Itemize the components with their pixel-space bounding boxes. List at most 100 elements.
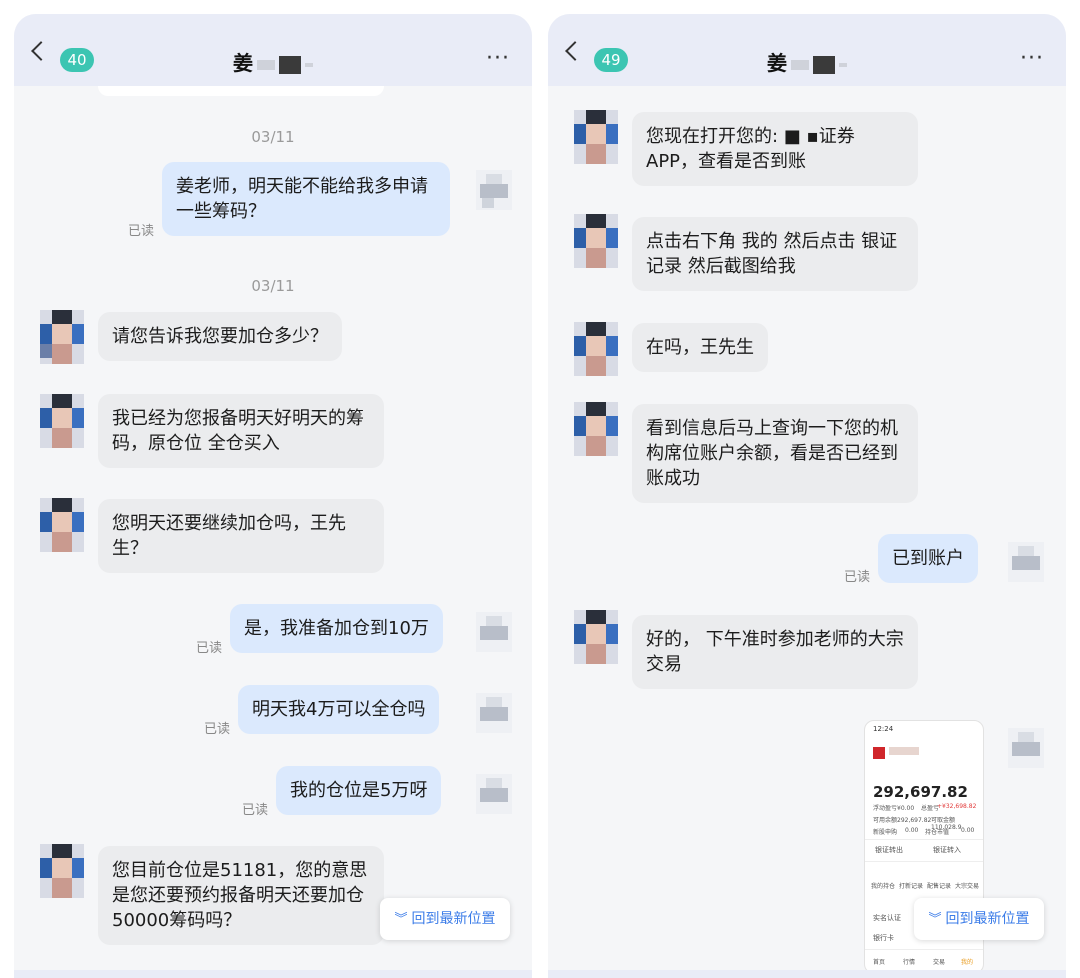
- avatar-icon: [476, 774, 512, 814]
- blurred-text: [889, 747, 919, 755]
- message-bubble-outgoing[interactable]: 姜老师，明天能不能给我多申请一些筹码？: [162, 162, 450, 236]
- message-bubble-incoming[interactable]: 我已经为您报备明天好明天的筹码，原仓位 全仓买入: [98, 394, 384, 468]
- avatar-icon: [1008, 728, 1044, 768]
- my-avatar[interactable]: [472, 604, 516, 658]
- divider: [865, 861, 983, 862]
- contact-name: 姜: [233, 51, 253, 75]
- grid-item: 打新记录: [899, 883, 924, 890]
- chat-header: 40 姜 ···: [14, 14, 532, 86]
- message-bubble-outgoing[interactable]: 我的仓位是5万呀: [276, 766, 442, 815]
- avatar-icon: [40, 394, 84, 448]
- jump-to-latest-button[interactable]: ︾ 回到最新位置: [914, 898, 1044, 940]
- transfer-out-button: 银证转出: [875, 846, 903, 854]
- more-icon[interactable]: ···: [1020, 46, 1044, 71]
- contact-avatar[interactable]: [40, 394, 84, 448]
- timestamp: 03/11: [251, 277, 295, 295]
- more-icon[interactable]: ···: [486, 46, 510, 71]
- grid-item: 大宗交易: [955, 883, 980, 890]
- available-balance: 可用余额292,697.82: [873, 817, 932, 824]
- message-bubble-incoming[interactable]: 请您告诉我您要加仓多少？: [98, 312, 342, 361]
- contact-avatar[interactable]: [574, 322, 618, 376]
- contact-avatar[interactable]: [574, 214, 618, 268]
- message-bubble-outgoing[interactable]: 已到账户: [878, 534, 978, 583]
- contact-name: 姜: [767, 51, 787, 75]
- blurred-logo: [873, 747, 885, 759]
- floating-pnl: 浮动盈亏¥0.00: [873, 805, 915, 812]
- blurred-name: [279, 55, 301, 74]
- message-bubble-incoming[interactable]: 好的， 下午准时参加老师的大宗交易: [632, 615, 918, 689]
- avatar-icon: [574, 110, 618, 164]
- divider: [865, 949, 983, 950]
- blurred-name: [257, 59, 275, 70]
- avatar-icon: [40, 498, 84, 552]
- contact-avatar[interactable]: [574, 610, 618, 664]
- ipo-value: 0.00: [905, 827, 919, 834]
- status-time: 12:24: [873, 725, 894, 733]
- grid-item: 配售记录: [927, 883, 952, 890]
- avatar-icon: [40, 844, 84, 898]
- list-item: 银行卡: [873, 934, 894, 942]
- previous-message-stub: [98, 86, 384, 96]
- chat-panel-left: 40 姜 ··· 03/11 已读 姜老师，明天能不能给我多申请一些筹码？ 03…: [14, 14, 532, 978]
- blurred-name: [305, 62, 313, 67]
- my-avatar[interactable]: [472, 162, 516, 216]
- avatar-icon: [574, 610, 618, 664]
- double-chevron-down-icon: ︾: [394, 912, 408, 927]
- timestamp: 03/11: [251, 128, 295, 146]
- tab-mine: 我的: [961, 959, 974, 966]
- jump-to-latest-label: 回到最新位置: [411, 911, 496, 927]
- message-bubble-incoming[interactable]: 您明天还要继续加仓吗，王先生？: [98, 499, 384, 573]
- my-avatar[interactable]: [472, 685, 516, 739]
- my-avatar[interactable]: [472, 766, 516, 820]
- message-bubble-outgoing[interactable]: 明天我4万可以全仓吗: [238, 685, 440, 734]
- message-bubble-incoming[interactable]: 您目前仓位是51181，您的意思是您还要预约报备明天还要加仓50000筹码吗？: [98, 846, 384, 945]
- message-bubble-incoming[interactable]: 点击右下角 我的 然后点击 银证记录 然后截图给我: [632, 217, 918, 291]
- message-bubble-incoming[interactable]: 在吗，王先生: [632, 323, 768, 372]
- my-avatar[interactable]: [1004, 534, 1048, 588]
- tab-trade: 交易: [933, 959, 946, 966]
- message-bubble-incoming[interactable]: 您现在打开您的: ■ ▪证券APP，查看是否到账: [632, 112, 918, 186]
- tab-home: 首页: [873, 959, 886, 966]
- transfer-in-button: 银证转入: [933, 846, 961, 854]
- read-receipt: 已读: [844, 570, 871, 585]
- chat-header: 49 姜 ···: [548, 14, 1066, 86]
- avatar-icon: [476, 612, 512, 652]
- avatar-icon: [574, 402, 618, 456]
- blurred-name: [839, 62, 847, 67]
- contact-avatar[interactable]: [40, 498, 84, 552]
- avatar-icon: [476, 170, 512, 210]
- contact-avatar[interactable]: [574, 110, 618, 164]
- avatar-icon: [574, 214, 618, 268]
- blurred-name: [791, 59, 809, 70]
- avatar-icon: [1008, 542, 1044, 582]
- message-bubble-incoming[interactable]: 看到信息后马上查询一下您的机构席位账户余额，看是否已经到账成功: [632, 404, 918, 503]
- ipo-label: 新股申购: [873, 829, 898, 836]
- contact-avatar[interactable]: [40, 310, 84, 364]
- chat-title: 姜: [14, 47, 532, 76]
- total-pnl-value: +¥32,698.82: [937, 803, 977, 810]
- avatar-icon: [40, 310, 84, 364]
- read-receipt: 已读: [128, 224, 155, 239]
- divider: [865, 839, 983, 840]
- chat-title: 姜: [548, 47, 1066, 76]
- avatar-icon: [476, 693, 512, 733]
- balance-amount: 292,697.82: [873, 783, 968, 801]
- input-bar-edge: [548, 970, 1066, 978]
- tab-market: 行情: [903, 959, 916, 966]
- double-chevron-down-icon: ︾: [928, 912, 942, 927]
- message-bubble-outgoing[interactable]: 是，我准备加仓到10万: [230, 604, 443, 653]
- list-item: 实名认证: [873, 914, 901, 922]
- blurred-name: [813, 55, 835, 74]
- jump-to-latest-button[interactable]: ︾ 回到最新位置: [380, 898, 510, 940]
- read-receipt: 已读: [204, 722, 231, 737]
- my-avatar[interactable]: [1004, 720, 1048, 774]
- read-receipt: 已读: [242, 803, 269, 818]
- holdings-value: 0.00: [961, 827, 975, 834]
- input-bar-edge: [14, 970, 532, 978]
- jump-to-latest-label: 回到最新位置: [945, 911, 1030, 927]
- avatar-icon: [574, 322, 618, 376]
- contact-avatar[interactable]: [574, 402, 618, 456]
- chat-panel-right: 49 姜 ··· 您现在打开您的: ■ ▪证券APP，查看是否到账 点击右下角 …: [548, 14, 1066, 978]
- grid-item: 我的持仓: [871, 883, 896, 890]
- contact-avatar[interactable]: [40, 844, 84, 898]
